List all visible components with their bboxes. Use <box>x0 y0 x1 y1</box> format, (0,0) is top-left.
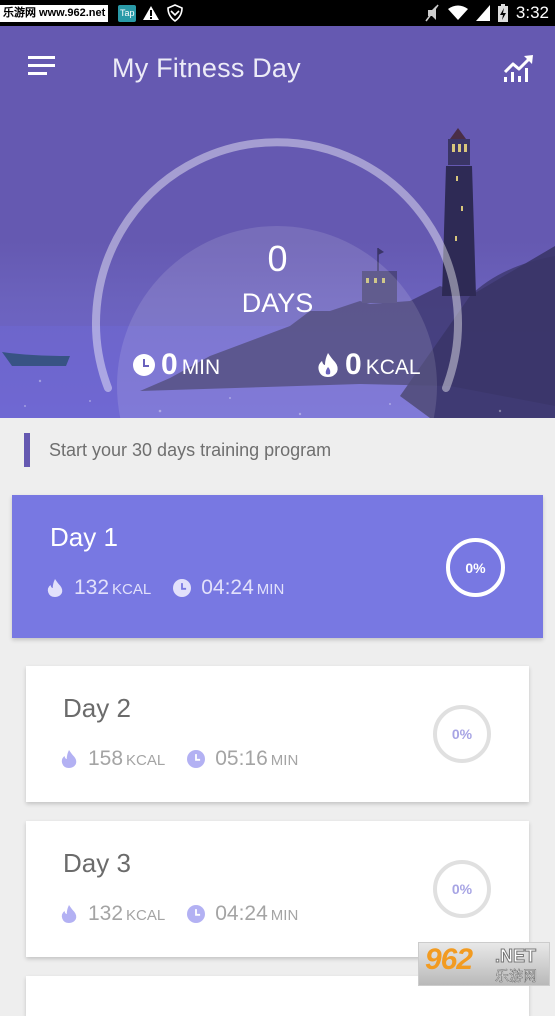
clock-icon <box>133 354 155 376</box>
clock-icon <box>173 579 192 597</box>
day-duration-unit: MIN <box>256 581 285 598</box>
progress-ring: 0% <box>433 860 491 918</box>
day-kcal: 158 <box>88 747 124 770</box>
trending-chart-icon[interactable] <box>500 52 536 84</box>
status-bar: 乐游网 www.962.net Tap 3:32 <box>0 0 555 26</box>
watermark-net: .NET <box>494 946 537 967</box>
day-kcal-unit: KCAL <box>112 581 152 598</box>
toolbar: My Fitness Day <box>0 26 555 114</box>
hamburger-menu-icon[interactable] <box>26 54 58 82</box>
day-title: Day 2 <box>63 693 131 723</box>
day-kcal-unit: KCAL <box>126 907 166 924</box>
flame-icon <box>61 905 77 923</box>
flame-icon <box>47 579 63 597</box>
clock-time: 3:32 <box>515 3 549 22</box>
watermark-cn: 乐游网 <box>495 968 538 985</box>
section-accent-bar <box>24 433 30 467</box>
day-meta: 132 KCAL 04:24 MIN <box>60 902 298 926</box>
day-card-1[interactable]: Day 1 132 KCAL 04:24 MIN 0% <box>12 495 543 638</box>
wifi-icon <box>447 5 468 20</box>
day-meta: 158 KCAL 05:16 MIN <box>60 747 298 771</box>
day-kcal-unit: KCAL <box>126 752 166 769</box>
shield-icon <box>167 4 184 22</box>
progress-ring: 0% <box>446 538 505 597</box>
day-kcal: 132 <box>74 576 110 599</box>
day-duration: 05:16 <box>215 747 268 770</box>
day-duration-unit: MIN <box>270 752 299 769</box>
kcal-value: 0 <box>345 348 362 381</box>
watermark-logo: 962 .NET 乐游网 <box>418 942 550 986</box>
minutes-unit: MIN <box>181 356 221 379</box>
total-minutes: 0 MIN <box>133 348 220 382</box>
day-meta: 132 KCAL 04:24 MIN <box>46 576 284 600</box>
days-label: DAYS <box>241 288 314 318</box>
progress-ring: 0% <box>433 705 491 763</box>
day-card-2[interactable]: Day 2 158 KCAL 05:16 MIN 0% <box>26 666 529 802</box>
watermark-brand: 962 <box>425 943 473 976</box>
battery-charging-icon <box>497 4 508 22</box>
total-kcal: 0 KCAL <box>317 348 421 382</box>
tap-app-icon: Tap <box>118 4 137 22</box>
days-count: 0 <box>267 238 288 279</box>
day-kcal: 132 <box>88 902 124 925</box>
clock-icon <box>187 750 206 768</box>
flame-icon <box>318 353 338 377</box>
hero-banner: My Fitness Day 0 DAYS 0 MIN 0 KCAL <box>0 26 555 418</box>
day-duration: 04:24 <box>215 902 268 925</box>
day-duration: 04:24 <box>201 576 254 599</box>
day-title: Day 1 <box>50 522 118 552</box>
mute-icon <box>425 4 439 22</box>
day-card-3[interactable]: Day 3 132 KCAL 04:24 MIN 0% <box>26 821 529 957</box>
section-header: Start your 30 days training program <box>24 433 331 467</box>
warning-icon <box>143 6 160 20</box>
kcal-unit: KCAL <box>365 356 421 379</box>
minutes-value: 0 <box>161 348 178 381</box>
app-title: My Fitness Day <box>112 53 301 83</box>
clock-icon <box>187 905 206 923</box>
site-label: 乐游网 www.962.net <box>0 4 109 22</box>
signal-icon <box>475 5 490 21</box>
day-duration-unit: MIN <box>270 907 299 924</box>
day-title: Day 3 <box>63 848 131 878</box>
flame-icon <box>61 750 77 768</box>
section-title: Start your 30 days training program <box>49 439 332 460</box>
